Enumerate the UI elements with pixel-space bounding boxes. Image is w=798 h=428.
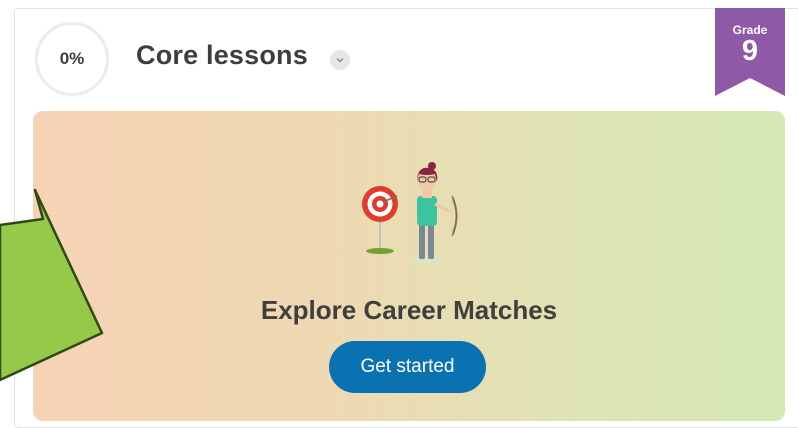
archer-target-illustration [362, 162, 458, 263]
banner-heading: Explore Career Matches [260, 295, 558, 325]
progress-ring: 0% [35, 22, 109, 96]
section-title: Core lessons [136, 40, 308, 70]
grade-value: 9 [741, 35, 759, 67]
chevron-down-icon[interactable] [330, 50, 350, 70]
progress-text: 0% [59, 49, 85, 68]
get-started-button[interactable]: Get started [329, 341, 486, 393]
